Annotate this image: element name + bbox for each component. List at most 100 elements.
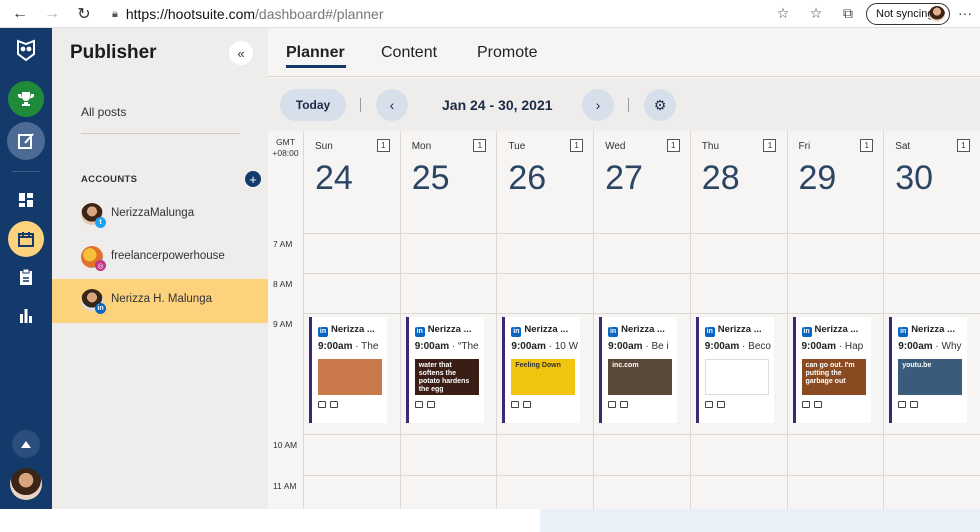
post-author-name: Nerizza ... bbox=[911, 324, 956, 335]
scheduled-post-card[interactable]: in Nerizza ... 9:00am · Be i inc.com bbox=[599, 317, 678, 423]
account-item-freelancerpowerhouse[interactable]: ◎ freelancerpowerhouse bbox=[52, 236, 268, 280]
day-number: 24 bbox=[315, 159, 353, 197]
scheduled-post-card[interactable]: in Nerizza ... 9:00am · Hap can go out. I'm… bbox=[792, 317, 871, 423]
expand-up-icon[interactable] bbox=[12, 430, 40, 458]
streams-icon[interactable] bbox=[8, 182, 44, 218]
compose-icon[interactable] bbox=[7, 122, 45, 160]
status-strip-fill bbox=[540, 509, 980, 532]
thumbnail-text: Feeling Down bbox=[515, 362, 561, 369]
post-thumbnail: youtu.be bbox=[898, 359, 963, 395]
day-name: Mon bbox=[411, 141, 432, 152]
post-author-name: Nerizza ... bbox=[814, 324, 859, 335]
next-week-icon[interactable]: › bbox=[582, 89, 614, 121]
timezone-label: GMT +08:00 bbox=[268, 131, 303, 233]
post-time-value: 9:00am bbox=[414, 341, 450, 352]
analytics-icon[interactable] bbox=[8, 297, 44, 333]
day-number: 25 bbox=[411, 159, 450, 197]
collections-icon[interactable]: ⧉ bbox=[838, 5, 858, 23]
favorites-icon[interactable]: ☆ bbox=[806, 5, 826, 23]
post-thumbnail: water that softens the potato hardens th… bbox=[414, 359, 479, 395]
add-account-icon[interactable]: + bbox=[245, 171, 261, 187]
day-header: Wed 27 1 bbox=[594, 131, 690, 233]
post-author: in Nerizza ... bbox=[414, 324, 472, 337]
post-count-badge[interactable]: 1 bbox=[376, 139, 390, 152]
all-posts-link[interactable]: All posts bbox=[81, 105, 126, 119]
day-name: Tue bbox=[508, 141, 526, 152]
linkedin-icon: in bbox=[898, 327, 909, 337]
post-meta-icons bbox=[318, 401, 342, 410]
separator bbox=[360, 98, 361, 112]
today-button[interactable]: Today bbox=[280, 89, 346, 121]
linkedin-icon: in bbox=[318, 327, 328, 337]
publisher-tabs: Planner Content Promote bbox=[268, 28, 980, 77]
post-thumbnail: can go out. I'm putting the garbage out bbox=[801, 359, 866, 395]
day-name: Fri bbox=[798, 141, 811, 152]
thumbnail-text bbox=[318, 359, 382, 365]
hour-label: 10 AM bbox=[273, 440, 298, 450]
scheduled-post-card[interactable]: in Nerizza ... 9:00am · The bbox=[309, 317, 387, 423]
owl-logo-icon[interactable] bbox=[8, 32, 44, 68]
back-icon[interactable]: ← bbox=[8, 2, 32, 26]
tab-content[interactable]: Content bbox=[381, 44, 437, 62]
scheduled-post-card[interactable]: in Nerizza ... 9:00am · Beco bbox=[695, 317, 774, 423]
account-name: freelancerpowerhouse bbox=[111, 250, 225, 262]
post-count-badge[interactable]: 1 bbox=[860, 139, 874, 152]
post-thumbnail bbox=[318, 359, 382, 395]
post-snippet: · The bbox=[352, 341, 379, 352]
tab-promote[interactable]: Promote bbox=[477, 44, 537, 62]
separator bbox=[628, 98, 629, 112]
post-snippet: · Hap bbox=[835, 341, 864, 352]
scheduled-post-card[interactable]: in Nerizza ... 9:00am · Why youtu.be bbox=[889, 317, 968, 423]
app-rail bbox=[0, 28, 52, 509]
calendar-icon bbox=[898, 401, 907, 408]
favorite-star-icon[interactable]: ☆ bbox=[772, 5, 794, 23]
day-header: Mon 25 1 bbox=[401, 131, 497, 233]
scheduled-post-card[interactable]: in Nerizza ... 9:00am · “The water that sof… bbox=[405, 317, 485, 423]
post-meta-icons bbox=[898, 401, 922, 410]
reload-icon[interactable]: ↻ bbox=[72, 2, 96, 26]
post-time: 9:00am · “The bbox=[415, 341, 485, 352]
post-author: in Nerizza ... bbox=[318, 324, 375, 337]
calendar-icon bbox=[414, 401, 423, 408]
image-icon bbox=[523, 401, 532, 408]
clipboard-icon[interactable] bbox=[8, 259, 44, 295]
grid-line bbox=[303, 475, 980, 476]
calendar-icon bbox=[801, 401, 810, 408]
previous-week-icon[interactable]: ‹ bbox=[376, 89, 408, 121]
post-author-name: Nerizza ... bbox=[331, 324, 375, 335]
day-name: Sun bbox=[315, 141, 333, 152]
hour-label: 7 AM bbox=[273, 239, 293, 249]
account-item-nerizza-h-malunga[interactable]: in Nerizza H. Malunga bbox=[52, 279, 268, 323]
day-name: Thu bbox=[701, 141, 720, 152]
account-item-nerizzamalunga[interactable]: t NerizzaMalunga bbox=[52, 193, 268, 237]
post-count-badge[interactable]: 1 bbox=[570, 139, 584, 152]
post-snippet: · 10 W bbox=[545, 341, 579, 352]
post-meta-icons bbox=[511, 401, 535, 410]
grid-line bbox=[303, 233, 980, 234]
settings-gear-icon[interactable]: ⚙ bbox=[644, 89, 676, 121]
post-count-badge[interactable]: 1 bbox=[956, 139, 970, 152]
tab-planner[interactable]: Planner bbox=[286, 44, 345, 62]
profile-sync-button[interactable]: Not syncing bbox=[866, 3, 950, 25]
trophy-icon[interactable] bbox=[8, 81, 44, 117]
user-avatar[interactable] bbox=[10, 468, 42, 500]
image-icon bbox=[910, 401, 919, 408]
post-time-value: 9:00am bbox=[801, 341, 836, 352]
post-count-badge[interactable]: 1 bbox=[473, 139, 487, 152]
day-number: 27 bbox=[605, 159, 643, 197]
post-meta-icons bbox=[801, 401, 826, 410]
post-time: 9:00am · The bbox=[318, 341, 388, 352]
scheduled-post-card[interactable]: in Nerizza ... 9:00am · 10 W Feeling Down bbox=[502, 317, 581, 423]
post-thumbnail bbox=[704, 359, 769, 395]
post-count-badge[interactable]: 1 bbox=[763, 139, 777, 152]
linkedin-icon: in bbox=[801, 327, 812, 337]
planner-calendar-icon[interactable] bbox=[8, 221, 44, 257]
grid-line bbox=[303, 313, 980, 314]
address-bar[interactable]: 🔒︎ https://hootsuite.com/dashboard#/plan… bbox=[102, 3, 794, 25]
more-menu-icon[interactable]: ··· bbox=[958, 5, 972, 21]
forward-icon[interactable]: → bbox=[40, 2, 64, 26]
grid-line bbox=[303, 434, 980, 435]
post-count-badge[interactable]: 1 bbox=[666, 139, 680, 152]
post-author-name: Nerizza ... bbox=[427, 324, 472, 335]
collapse-panel-icon[interactable]: « bbox=[229, 41, 253, 65]
